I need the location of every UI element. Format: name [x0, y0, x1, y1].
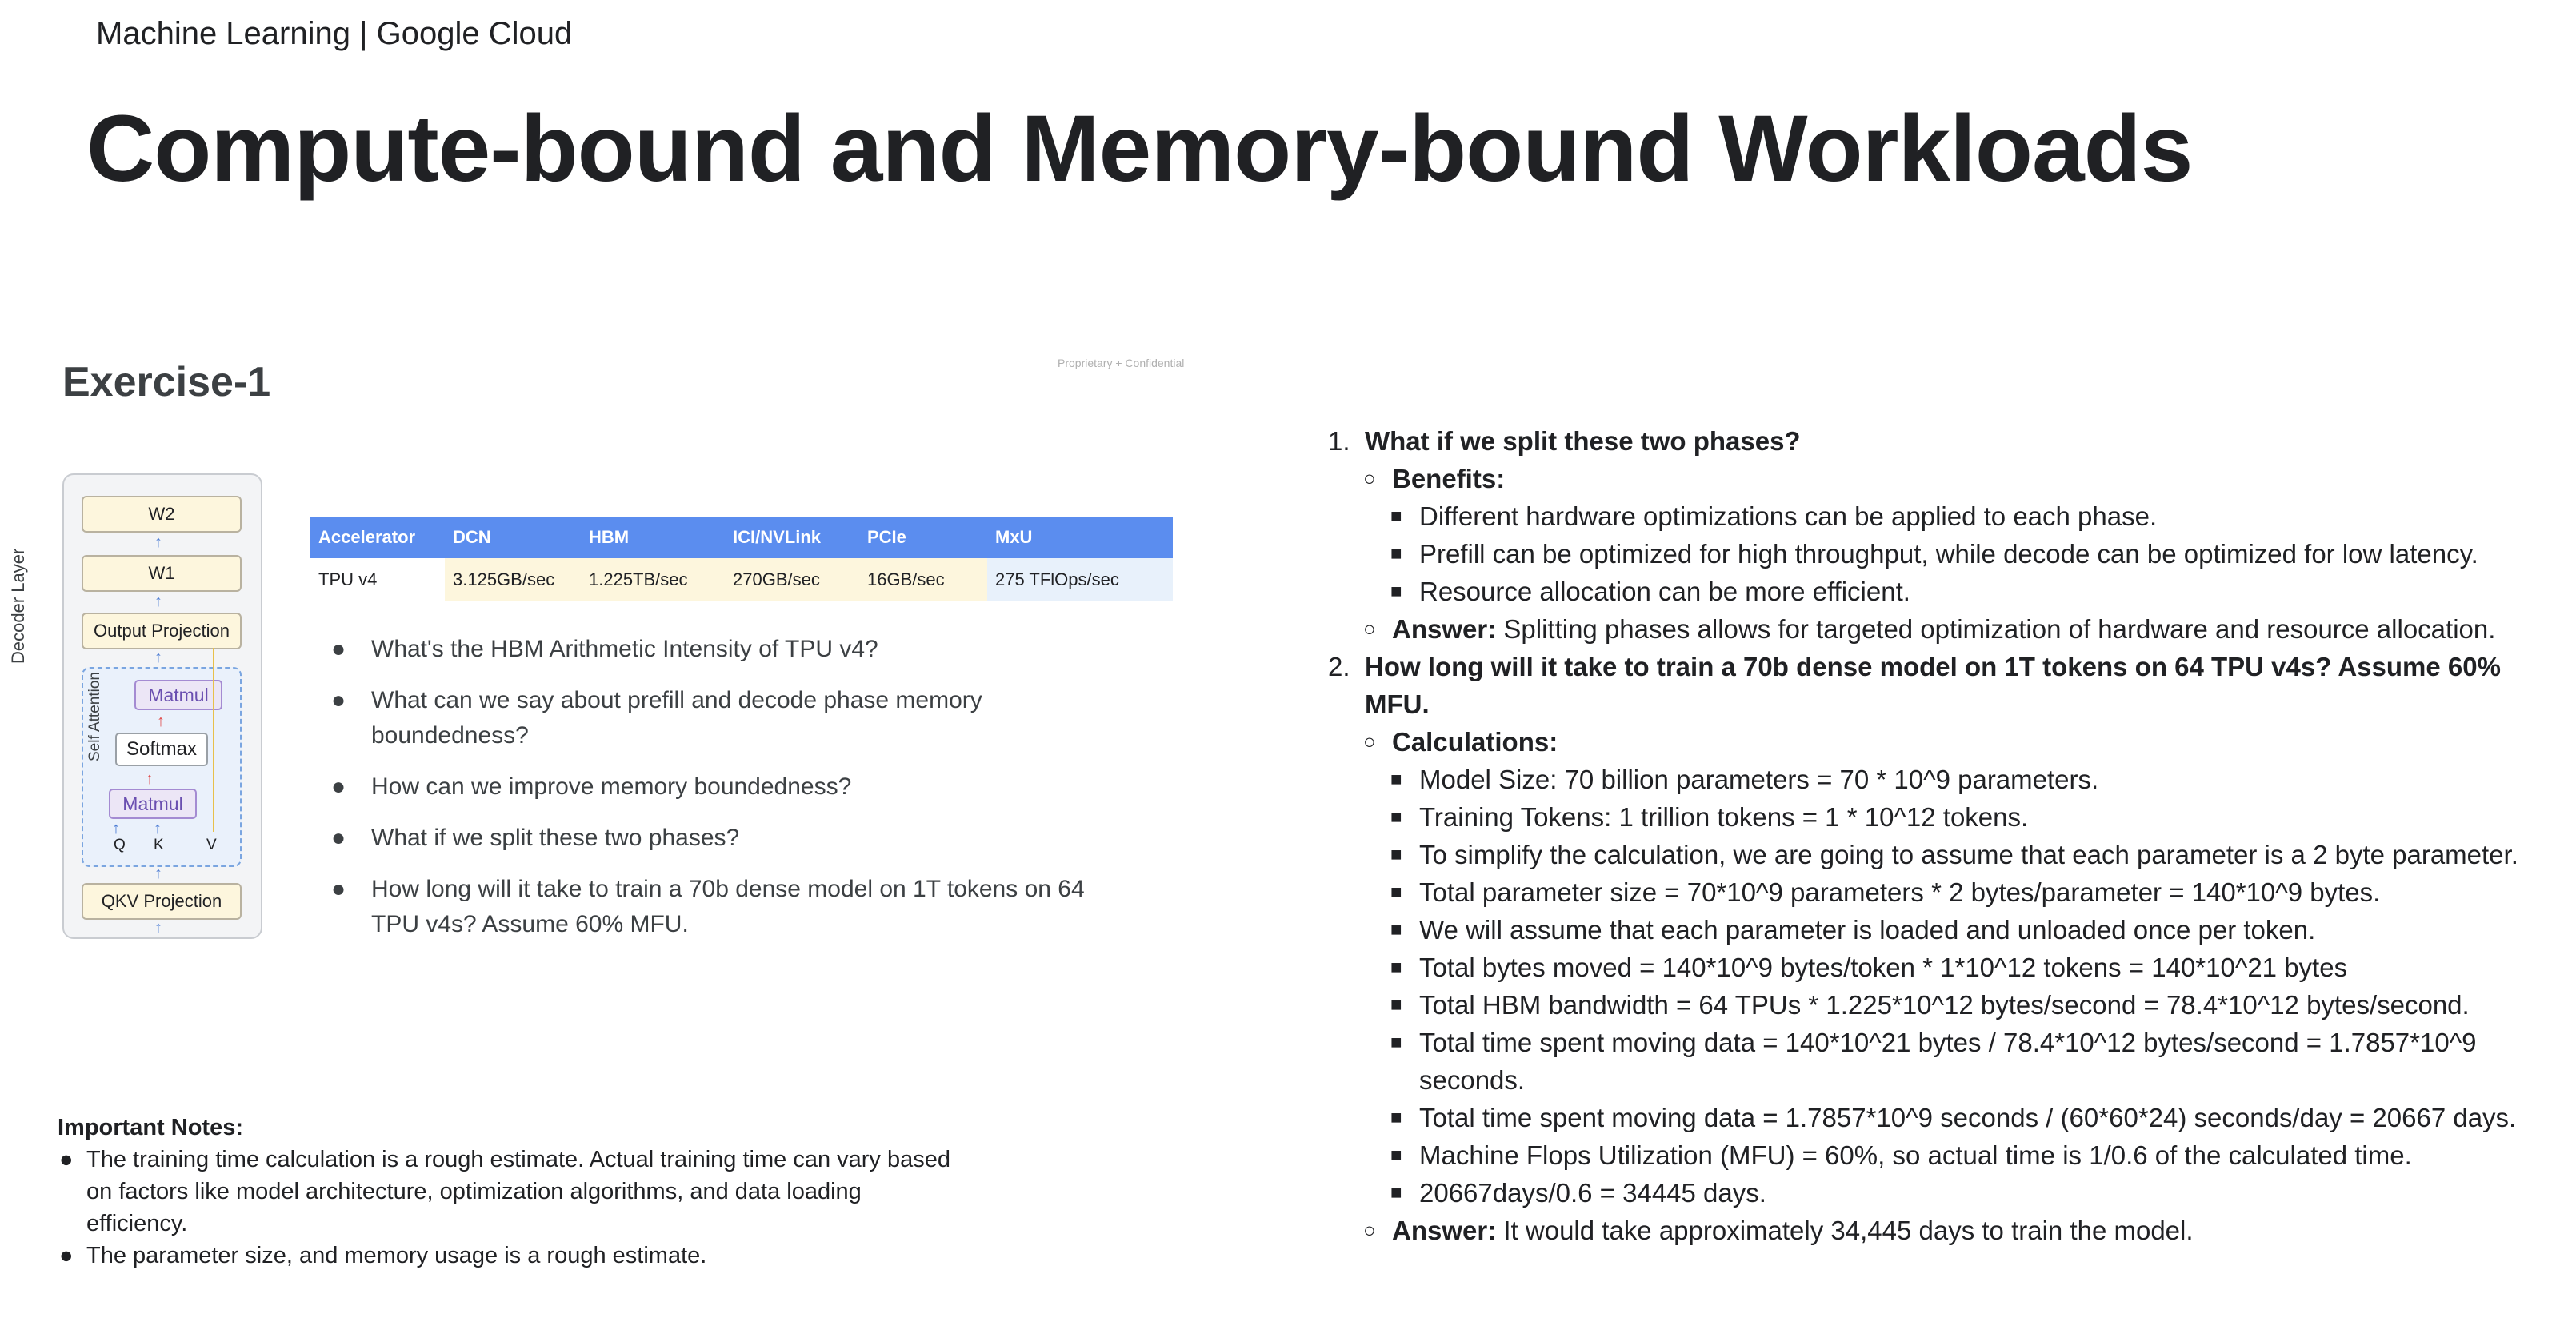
list-item: ○ Calculations:: [1328, 723, 2560, 761]
arrow-up-icon: ↑: [146, 770, 154, 788]
softmax-block: Softmax: [115, 733, 208, 766]
list-item: ■ Total time spent moving data = 140*10^2…: [1328, 1024, 2560, 1099]
list-item: ■ Total HBM bandwidth = 64 TPUs * 1.225*1…: [1328, 986, 2560, 1024]
list-item: 1. What if we split these two phases?: [1328, 426, 1801, 456]
list-item: 2. How long will it take to train a 70b d…: [1328, 652, 2501, 719]
square-bullet-icon: ■: [1390, 1107, 1402, 1128]
table-header: Accelerator: [310, 517, 445, 558]
list-item: ● What if we split these two phases?: [323, 821, 1107, 856]
w1-block: W1: [82, 555, 242, 592]
square-bullet-icon: ■: [1390, 1144, 1402, 1166]
q-label: Q: [114, 837, 126, 853]
arrow-up-icon: ↑: [154, 593, 162, 610]
bullet-icon: ●: [331, 687, 346, 713]
arrow-up-icon: ↑: [157, 713, 165, 730]
square-bullet-icon: ■: [1390, 844, 1402, 865]
bullet-icon: ●: [59, 1243, 74, 1268]
confidential-label: Proprietary + Confidential: [1058, 357, 1185, 369]
table-header: HBM: [581, 517, 725, 558]
circle-bullet-icon: ○: [1363, 466, 1376, 490]
question-list: ● What's the HBM Arithmetic Intensity of …: [323, 632, 1107, 958]
answers-panel: 1. What if we split these two phases? ○ Be…: [1328, 422, 2560, 1249]
square-bullet-icon: ■: [1390, 1182, 1402, 1204]
list-item: ● The training time calculation is a roug…: [58, 1144, 954, 1240]
square-bullet-icon: ■: [1390, 581, 1402, 602]
bullet-icon: ●: [331, 825, 346, 851]
list-item: ■ Different hardware optimizations can be…: [1328, 497, 2560, 535]
list-item: ■ Total time spent moving data = 1.7857*1…: [1328, 1099, 2560, 1136]
bullet-icon: ●: [331, 876, 346, 902]
w2-block: W2: [82, 496, 242, 533]
square-bullet-icon: ■: [1390, 919, 1402, 941]
important-notes: Important Notes: ● The training time calc…: [58, 1112, 954, 1272]
list-item: ○ Answer: It would take approximately 34,…: [1328, 1212, 2560, 1249]
arrow-up-icon: ↑: [154, 533, 162, 551]
list-item: ■ Total bytes moved = 140*10^9 bytes/toke…: [1328, 949, 2560, 986]
list-item: ■ Total parameter size = 70*10^9 paramete…: [1328, 873, 2560, 911]
table-header: MxU: [987, 517, 1173, 558]
qkv-projection-block: QKV Projection: [82, 883, 242, 920]
list-item: ■ 20667days/0.6 = 34445 days.: [1328, 1174, 2560, 1212]
table-header: PCIe: [859, 517, 987, 558]
decoder-layer-label: Decoder Layer: [8, 548, 28, 664]
arrow-up-icon: ↑: [154, 919, 162, 937]
page-title: Compute-bound and Memory-bound Workloads: [86, 96, 2193, 202]
list-item: ■ To simplify the calculation, we are goi…: [1328, 836, 2560, 873]
list-item: ○ Benefits:: [1328, 460, 2560, 497]
list-item: ■ Resource allocation can be more efficie…: [1328, 573, 2560, 610]
table-cell: 1.225TB/sec: [581, 558, 725, 601]
list-item: ■ Prefill can be optimized for high throu…: [1328, 535, 2560, 573]
bullet-icon: ●: [331, 773, 346, 800]
list-item: ● How can we improve memory boundedness?: [323, 769, 1107, 805]
list-item: ■ Machine Flops Utilization (MFU) = 60%, …: [1328, 1136, 2560, 1174]
table-header: DCN: [445, 517, 581, 558]
bullet-icon: ●: [59, 1147, 74, 1172]
table-cell: 16GB/sec: [859, 558, 987, 601]
k-label: K: [154, 837, 164, 853]
exercise-title: Exercise-1: [62, 359, 271, 405]
circle-bullet-icon: ○: [1363, 1218, 1376, 1242]
self-attention-label: Self Attention: [86, 672, 103, 761]
arrow-up-icon: ↑: [154, 649, 162, 666]
arrow-up-icon: ↑: [154, 820, 162, 837]
table-cell: 270GB/sec: [725, 558, 859, 601]
table-row: TPU v4 3.125GB/sec 1.225TB/sec 270GB/sec…: [310, 558, 1173, 601]
square-bullet-icon: ■: [1390, 994, 1402, 1016]
square-bullet-icon: ■: [1390, 769, 1402, 790]
v-path-line: [213, 648, 214, 832]
square-bullet-icon: ■: [1390, 543, 1402, 565]
square-bullet-icon: ■: [1390, 806, 1402, 828]
table-header: ICI/NVLink: [725, 517, 859, 558]
list-item: ■ We will assume that each parameter is l…: [1328, 911, 2560, 949]
square-bullet-icon: ■: [1390, 957, 1402, 978]
accelerator-table: Accelerator DCN HBM ICI/NVLink PCIe MxU …: [310, 517, 1173, 601]
output-projection-block: Output Projection: [82, 613, 242, 649]
list-item: ■ Model Size: 70 billion parameters = 70 …: [1328, 761, 2560, 798]
circle-bullet-icon: ○: [1363, 729, 1376, 753]
square-bullet-icon: ■: [1390, 505, 1402, 527]
list-item: ● The parameter size, and memory usage is…: [58, 1240, 954, 1272]
square-bullet-icon: ■: [1390, 1032, 1402, 1053]
arrow-up-icon: ↑: [112, 820, 120, 837]
bullet-icon: ●: [331, 636, 346, 662]
matmul-top-block: Matmul: [134, 680, 222, 710]
list-item: ■ Training Tokens: 1 trillion tokens = 1 …: [1328, 798, 2560, 836]
table-cell: TPU v4: [310, 558, 445, 601]
notes-title: Important Notes:: [58, 1115, 243, 1140]
table-cell: 275 TFlOps/sec: [987, 558, 1173, 601]
list-item: ● What can we say about prefill and decod…: [323, 683, 1107, 753]
list-item: ● What's the HBM Arithmetic Intensity of …: [323, 632, 1107, 667]
matmul-bottom-block: Matmul: [109, 789, 197, 819]
square-bullet-icon: ■: [1390, 881, 1402, 903]
table-cell: 3.125GB/sec: [445, 558, 581, 601]
list-item: ● How long will it take to train a 70b de…: [323, 872, 1107, 942]
arrow-up-icon: ↑: [154, 865, 162, 882]
v-label: V: [206, 837, 217, 853]
circle-bullet-icon: ○: [1363, 617, 1376, 641]
list-item: ○ Answer: Splitting phases allows for tar…: [1328, 610, 2560, 648]
brand-header: Machine Learning | Google Cloud: [96, 16, 573, 51]
